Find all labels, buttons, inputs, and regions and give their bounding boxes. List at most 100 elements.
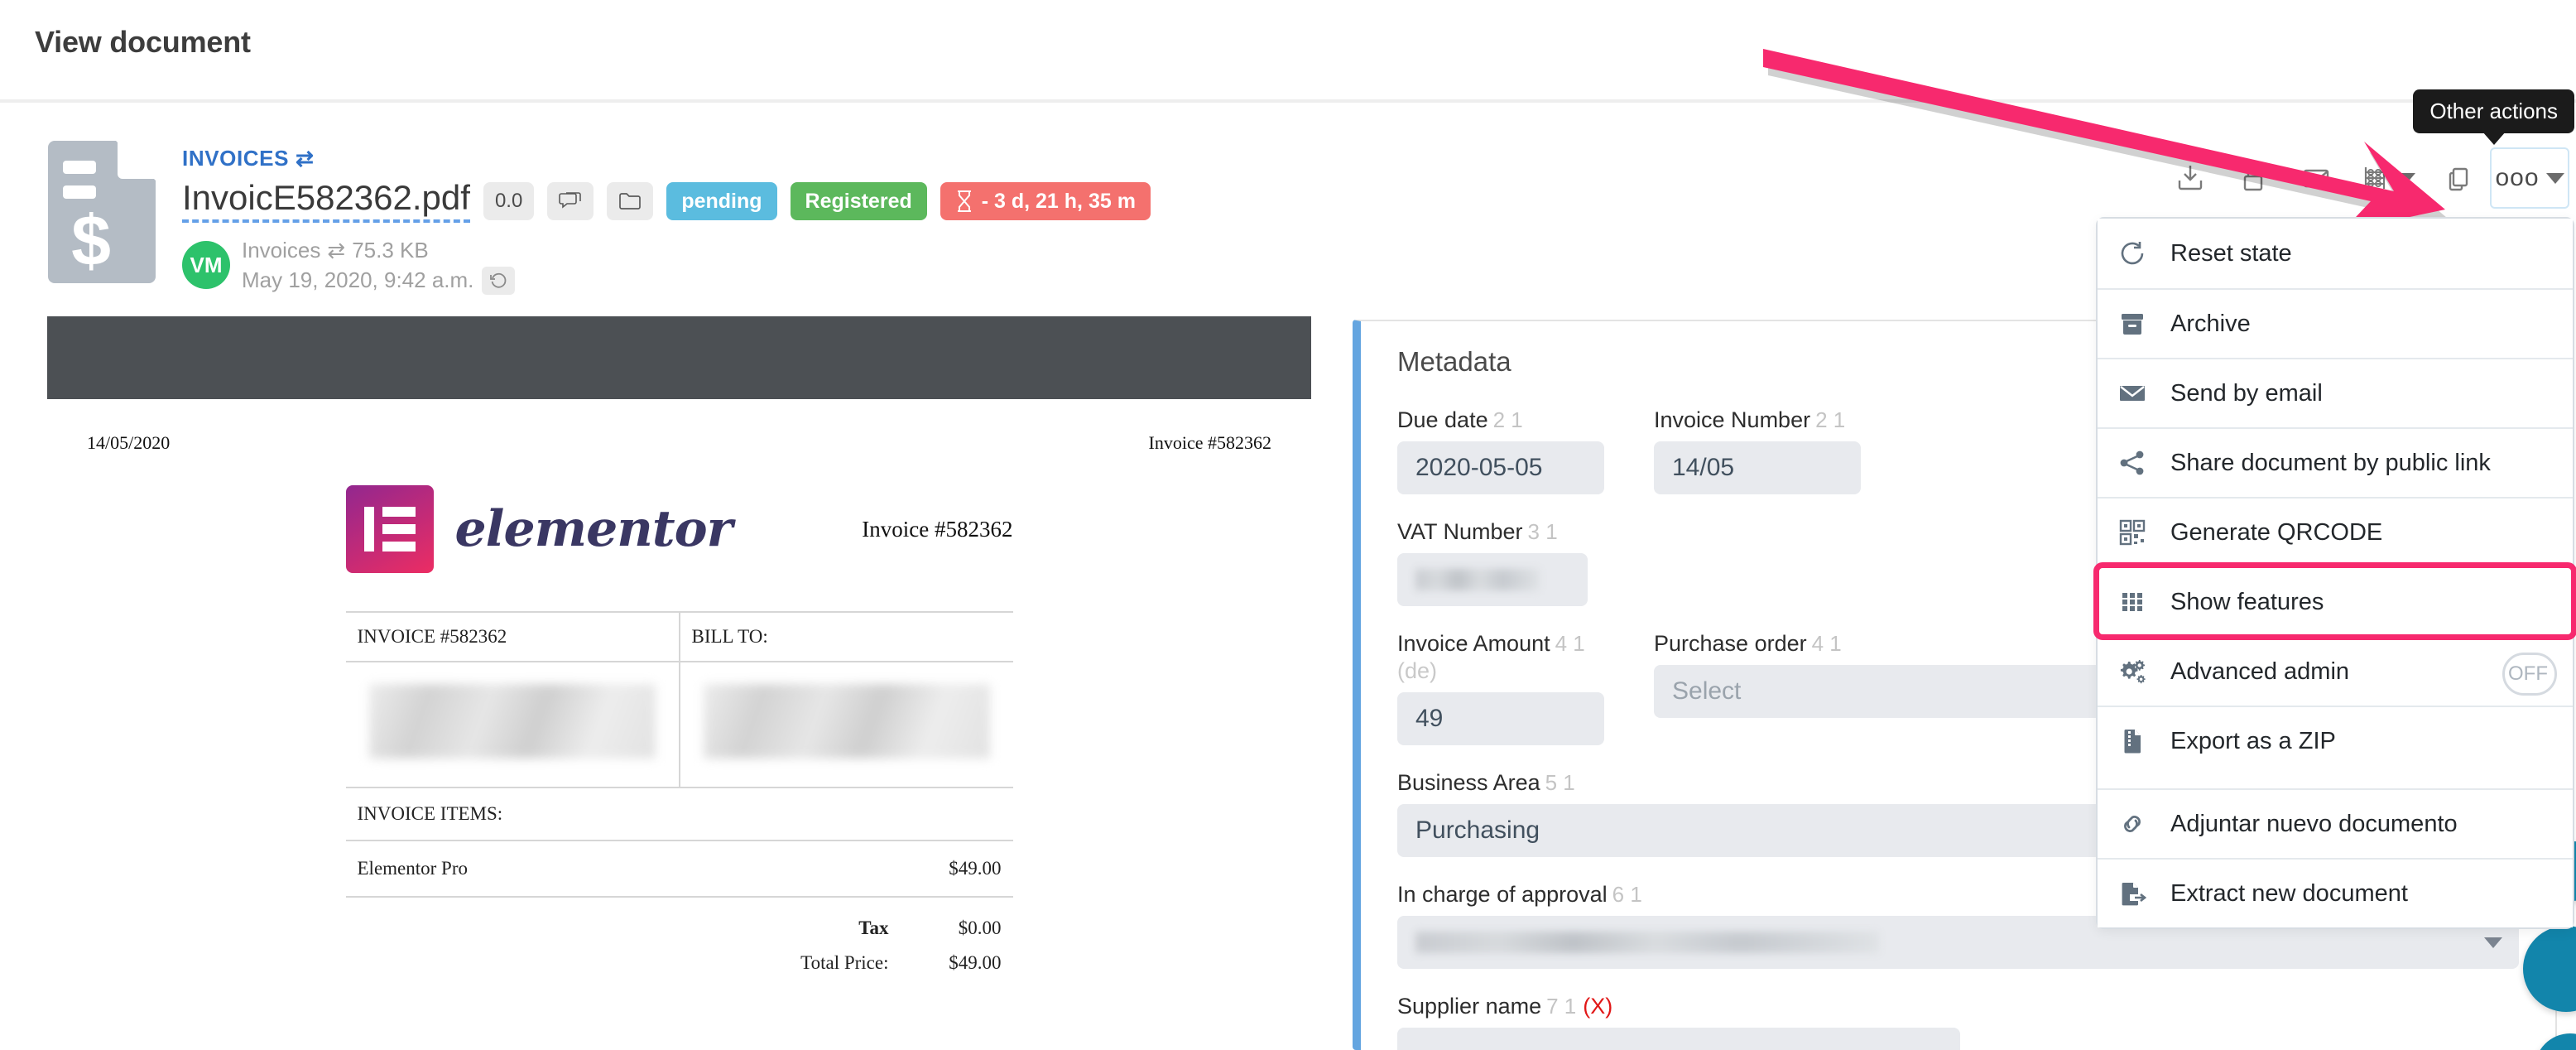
history-chip[interactable] [482, 267, 515, 295]
invoice-amount-label-text: Invoice Amount [1397, 631, 1550, 656]
other-actions-menu[interactable]: Reset state Archive Send by email [2096, 217, 2574, 929]
menu-item-adjuntar-nuevo-documento[interactable]: Adjuntar nuevo documento [2098, 788, 2573, 858]
swap-arrows-icon: ⇄ [296, 146, 314, 171]
refresh-icon [2117, 238, 2147, 268]
svg-text:$: $ [71, 201, 111, 281]
menu-item-label: Export as a ZIP [2170, 728, 2336, 755]
chevron-down-icon [2397, 173, 2415, 184]
pdf-invoice-title: Invoice #582362 [862, 517, 1012, 542]
supplier-name-input[interactable] [1397, 1028, 1960, 1050]
envelope-icon [2117, 378, 2147, 408]
due-date-input[interactable]: 2020-05-05 [1397, 441, 1604, 494]
pdf-tax-value: $0.00 [912, 918, 1002, 939]
hourglass-icon [955, 190, 973, 213]
elementor-mark-icon [346, 485, 434, 573]
due-date-label: Due date2 1 [1397, 407, 1604, 433]
pdf-col-right-header: BILL TO: [680, 613, 1013, 661]
menu-item-label: Send by email [2170, 380, 2323, 407]
invoice-amount-index: 4 1 [1555, 631, 1585, 656]
menu-item-archive[interactable]: Archive [2098, 288, 2573, 358]
score-chip[interactable]: 0.0 [483, 182, 534, 220]
menu-item-reset-state[interactable]: Reset state [2098, 219, 2573, 288]
ellipsis-icon: ooo [2495, 164, 2539, 192]
pdf-date: 14/05/2020 [87, 432, 170, 454]
menu-item-label: Reset state [2170, 240, 2292, 267]
menu-item-send-by-email[interactable]: Send by email [2098, 358, 2573, 427]
invoice-amount-sublabel: (de) [1397, 658, 1604, 684]
supplier-name-required-mark: (X) [1583, 994, 1612, 1019]
folder-icon [618, 191, 642, 211]
menu-item-generate-qrcode[interactable]: Generate QRCODE [2098, 497, 2573, 566]
grid-icon [2117, 587, 2147, 617]
comments-chip[interactable] [547, 182, 594, 220]
overdue-label: - 3 d, 21 h, 35 m [982, 190, 1136, 214]
supplier-name-label: Supplier name7 1(X) [1397, 994, 2519, 1019]
lock-icon [2237, 162, 2269, 194]
email-button[interactable] [2285, 147, 2348, 209]
invoice-number-index: 2 1 [1815, 407, 1845, 432]
invoice-amount-label: Invoice Amount4 1 (de) [1397, 631, 1604, 684]
redacted-block [369, 684, 656, 759]
upload-datetime: May 19, 2020, 9:42 a.m. [242, 266, 473, 294]
zip-file-icon [2117, 726, 2147, 756]
breadcrumb-category-label: INVOICES [182, 146, 289, 171]
archive-icon [2117, 309, 2147, 339]
menu-item-label: Generate QRCODE [2170, 519, 2382, 547]
menu-item-show-features[interactable]: Show features [2098, 566, 2573, 636]
invoice-number-label: Invoice Number2 1 [1654, 407, 1861, 433]
link-icon [2117, 809, 2147, 839]
export-doc-icon [2117, 879, 2147, 908]
vat-number-index: 3 1 [1528, 519, 1558, 544]
pdf-col-left-header: INVOICE #582362 [346, 613, 680, 661]
owner-name: Invoices [242, 236, 320, 264]
invoice-amount-input[interactable]: 49 [1397, 692, 1604, 745]
status-badge-registered[interactable]: Registered [791, 182, 927, 220]
menu-item-advanced-admin[interactable]: Advanced admin [2098, 636, 2573, 706]
page-title: View document [35, 25, 251, 60]
pdf-page: 14/05/2020 Invoice #582362 elementor Inv… [47, 399, 1311, 1050]
vat-number-label: VAT Number3 1 [1397, 519, 1588, 545]
status-badge-overdue[interactable]: - 3 d, 21 h, 35 m [940, 182, 1151, 220]
purchase-order-index: 4 1 [1812, 631, 1842, 656]
vat-number-label-text: VAT Number [1397, 519, 1523, 544]
purchase-order-label-text: Purchase order [1654, 631, 1807, 656]
pdf-viewer[interactable]: 14/05/2020 Invoice #582362 elementor Inv… [47, 316, 1311, 1050]
swap-arrows-icon: ⇄ [327, 236, 345, 264]
redacted-block [704, 684, 990, 759]
menu-item-label: Archive [2170, 311, 2251, 338]
menu-item-extract-new-document[interactable]: Extract new document [2098, 858, 2573, 927]
supplier-name-label-text: Supplier name [1397, 994, 1541, 1019]
invoice-number-input[interactable]: 14/05 [1654, 441, 1861, 494]
menu-item-export-as-zip[interactable]: Export as a ZIP [2098, 706, 2573, 775]
other-actions-button[interactable]: ooo [2490, 147, 2569, 209]
business-area-label-text: Business Area [1397, 770, 1540, 795]
menu-item-label: Adjuntar nuevo documento [2170, 811, 2458, 838]
avatar: VM [182, 241, 230, 289]
lock-button[interactable] [2222, 147, 2285, 209]
vat-number-input[interactable] [1397, 553, 1588, 606]
pdf-total-label: Total Price: [800, 952, 888, 974]
chevron-down-icon [2484, 937, 2502, 948]
status-badge-pending[interactable]: pending [666, 182, 776, 220]
pdf-item-price: $49.00 [949, 858, 1001, 879]
in-charge-of-approval-index: 6 1 [1612, 882, 1642, 907]
pdf-total-value: $49.00 [912, 952, 1002, 974]
document-filename[interactable]: InvoicE582362.pdf [182, 180, 470, 223]
folder-chip[interactable] [607, 182, 653, 220]
chevron-down-icon [2546, 173, 2564, 184]
download-button[interactable] [2159, 147, 2222, 209]
copy-button[interactable] [2427, 147, 2490, 209]
pdf-item-row: Elementor Pro $49.00 [346, 840, 1013, 896]
menu-item-share-public-link[interactable]: Share document by public link [2098, 427, 2573, 497]
invoice-number-label-text: Invoice Number [1654, 407, 1810, 432]
file-size: 75.3 KB [352, 236, 429, 264]
envelope-icon [2300, 162, 2332, 194]
document-toolbar: ooo [2159, 147, 2569, 209]
breadcrumb-category[interactable]: INVOICES ⇄ [182, 146, 1151, 171]
feature-toggle[interactable]: OFF [2502, 653, 2557, 696]
download-icon [2175, 162, 2206, 194]
pdf-toolbar[interactable] [47, 316, 1311, 399]
elementor-logo: elementor [346, 485, 733, 573]
copy-icon [2443, 162, 2474, 194]
abacus-button[interactable] [2348, 147, 2427, 209]
